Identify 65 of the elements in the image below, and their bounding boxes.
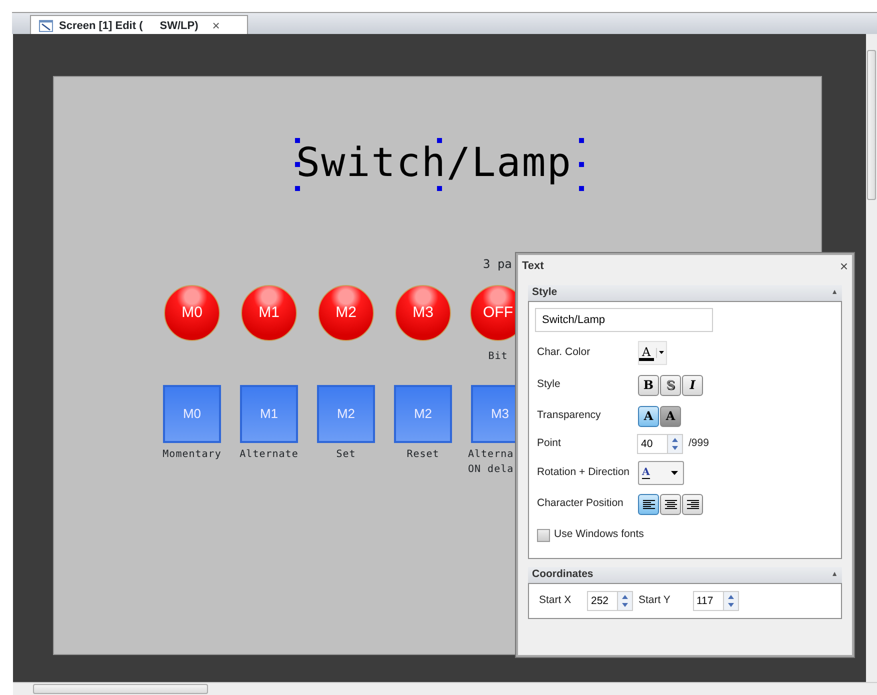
- toggle-button[interactable]: A: [638, 406, 659, 426]
- align-right-icon: [686, 498, 698, 510]
- checkbox[interactable]: [537, 528, 550, 542]
- field-label: Character Position: [537, 496, 624, 512]
- rotation-dropdown[interactable]: A: [638, 461, 684, 485]
- switch-caption: ON dela: [468, 463, 514, 477]
- align-left-icon: [642, 498, 654, 510]
- selection-handle[interactable]: [437, 186, 442, 191]
- tab-title: Screen [1] Edit (: [59, 18, 143, 34]
- switch-caption: Momentary: [162, 448, 222, 462]
- lamp[interactable]: M2: [318, 285, 374, 341]
- field-label: Start X: [539, 593, 572, 608]
- section-header: Coordinates: [532, 567, 594, 582]
- number-field[interactable]: 252: [587, 591, 617, 611]
- align-button[interactable]: [660, 494, 681, 514]
- tab-title: SW/LP): [160, 18, 198, 34]
- spin-arrows-icon[interactable]: [667, 434, 683, 454]
- field-label: Style: [537, 377, 562, 392]
- spin-arrows-icon[interactable]: [617, 591, 633, 611]
- selection-handle[interactable]: [579, 138, 584, 143]
- field-label: Point: [537, 436, 562, 452]
- close-button[interactable]: ×: [840, 259, 848, 273]
- vertical-scrollbar[interactable]: [866, 34, 877, 682]
- checkbox-label: Use Windows fonts: [554, 527, 644, 542]
- title-text[interactable]: Switch/Lamp: [296, 139, 572, 187]
- caret-icon: [658, 351, 664, 354]
- selection-handle[interactable]: [437, 138, 442, 143]
- text-field[interactable]: Switch/Lamp: [535, 308, 713, 332]
- align-button[interactable]: [638, 494, 659, 514]
- selection-handle[interactable]: [579, 162, 584, 167]
- editor-tab[interactable]: Screen [1] Edit ( SW/LP) ×: [30, 15, 248, 36]
- limit-text: /999: [688, 436, 709, 452]
- switch-caption: Alternate: [238, 448, 300, 462]
- spin-arrows-icon[interactable]: [722, 591, 738, 611]
- field-label: Transparency: [537, 408, 602, 424]
- switch-caption: Alterna: [468, 448, 514, 462]
- lamp[interactable]: M3: [395, 285, 451, 341]
- selection-handle[interactable]: [295, 138, 300, 143]
- section-header: Style: [532, 285, 558, 300]
- close-button[interactable]: ×: [210, 16, 222, 36]
- lamp[interactable]: M1: [241, 285, 297, 341]
- scroll-thumb[interactable]: [33, 684, 208, 694]
- number-field[interactable]: 117: [692, 591, 722, 611]
- selection-handle[interactable]: [295, 186, 300, 191]
- selection-handle[interactable]: [295, 162, 300, 167]
- align-center-icon: [664, 498, 676, 510]
- toggle-button[interactable]: I: [682, 374, 703, 396]
- selection-handle[interactable]: [579, 186, 584, 191]
- switch-caption: Set: [335, 448, 357, 462]
- toggle-button[interactable]: B: [638, 374, 659, 396]
- toggle-button[interactable]: A: [660, 406, 681, 426]
- scroll-thumb[interactable]: [867, 50, 876, 200]
- field-label: Rotation + Direction: [537, 465, 631, 480]
- color-picker-button[interactable]: A: [638, 341, 667, 365]
- caret-icon: [671, 471, 678, 475]
- note-text: 3 pa: [483, 256, 512, 273]
- lamp[interactable]: M0: [164, 285, 220, 341]
- field-label: Char. Color: [537, 345, 592, 360]
- screen-icon: [39, 20, 53, 32]
- toggle-button[interactable]: S: [660, 374, 681, 396]
- number-field[interactable]: 40: [637, 434, 667, 454]
- horizontal-scrollbar[interactable]: [13, 682, 877, 695]
- field-label: Start Y: [638, 593, 672, 608]
- panel-title: Text: [522, 258, 544, 274]
- align-button[interactable]: [682, 494, 703, 514]
